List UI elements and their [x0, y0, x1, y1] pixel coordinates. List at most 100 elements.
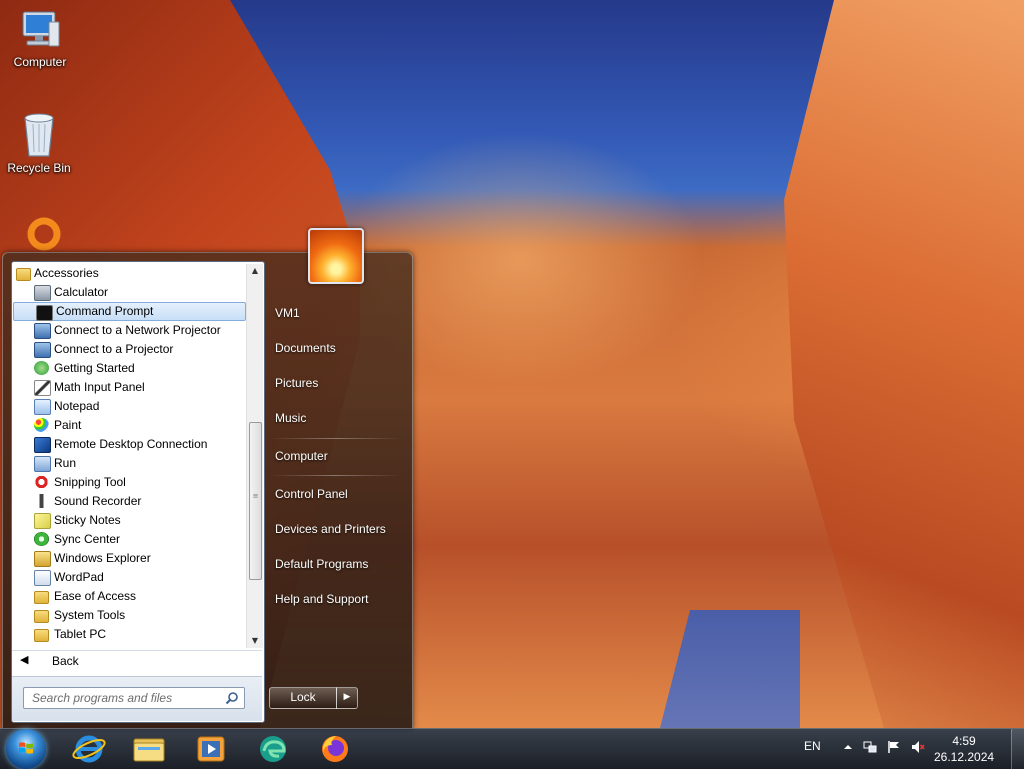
program-label: Remote Desktop Connection: [54, 437, 208, 451]
folder-accessories[interactable]: Accessories: [12, 264, 246, 283]
folder-system-tools[interactable]: System Tools: [12, 606, 246, 625]
folder-ease-of-access[interactable]: Ease of Access: [12, 587, 246, 606]
start-button[interactable]: [6, 729, 46, 769]
program-snipping-tool[interactable]: Snipping Tool: [12, 473, 246, 492]
user-account-picture[interactable]: [308, 228, 364, 284]
firefox-icon[interactable]: [314, 733, 356, 765]
internet-explorer-icon[interactable]: [68, 733, 110, 765]
search-icon[interactable]: [225, 691, 239, 705]
lock-button[interactable]: Lock: [269, 687, 337, 709]
clock-date: 26.12.2024: [934, 750, 995, 764]
start-link-devices-printers[interactable]: Devices and Printers: [265, 515, 415, 543]
math-input-icon: [34, 380, 51, 396]
network-projector-icon: [34, 323, 51, 339]
back-button[interactable]: ◀ Back: [12, 650, 262, 673]
search-area: [12, 676, 262, 721]
shutdown-options-arrow-icon[interactable]: ▶: [336, 687, 358, 709]
program-sticky-notes[interactable]: Sticky Notes: [12, 511, 246, 530]
search-input[interactable]: [24, 688, 228, 708]
program-label: Math Input Panel: [54, 380, 145, 394]
program-command-prompt[interactable]: Command Prompt: [13, 302, 246, 321]
scrollbar-thumb[interactable]: ≡: [249, 422, 262, 580]
program-label: Sync Center: [54, 532, 121, 546]
program-label: Calculator: [54, 285, 109, 299]
folder-icon: [34, 591, 49, 604]
paint-icon: [34, 418, 49, 432]
clock-time: 4:59: [952, 734, 976, 748]
search-box[interactable]: [23, 687, 245, 709]
program-label: Snipping Tool: [54, 475, 126, 489]
program-projector[interactable]: Connect to a Projector: [12, 340, 246, 359]
scroll-up-arrow-icon[interactable]: ▲: [247, 264, 263, 278]
wordpad-icon: [34, 570, 51, 586]
show-hidden-icons-arrow-icon[interactable]: [840, 739, 856, 755]
menu-separator: [269, 475, 401, 476]
desktop-icon-recycle-bin[interactable]: Recycle Bin: [0, 110, 78, 175]
start-link-computer[interactable]: Computer: [265, 442, 415, 470]
program-label: Paint: [54, 418, 82, 432]
program-getting-started[interactable]: Getting Started: [12, 359, 246, 378]
program-sound-recorder[interactable]: Sound Recorder: [12, 492, 246, 511]
program-paint[interactable]: Paint: [12, 416, 246, 435]
program-notepad[interactable]: Notepad: [12, 397, 246, 416]
sync-center-icon: [34, 532, 49, 546]
start-link-control-panel[interactable]: Control Panel: [265, 480, 415, 508]
programs-scrollbar[interactable]: ▲ ≡ ▼: [246, 264, 263, 648]
windows-logo-icon: [19, 742, 33, 754]
all-programs-list: Accessories Calculator Command Prompt Co…: [12, 264, 246, 648]
program-remote-desktop[interactable]: Remote Desktop Connection: [12, 435, 246, 454]
folder-tablet-pc[interactable]: Tablet PC: [12, 625, 246, 644]
program-label: Tablet PC: [54, 627, 107, 641]
program-label: Connect to a Network Projector: [54, 323, 221, 337]
microphone-icon: [34, 494, 49, 508]
program-wordpad[interactable]: WordPad: [12, 568, 246, 587]
program-label: Windows Explorer: [54, 551, 151, 565]
start-menu-programs-pane: Accessories Calculator Command Prompt Co…: [11, 261, 265, 723]
sticky-notes-icon: [34, 513, 51, 529]
snipping-tool-icon: [34, 475, 49, 489]
desktop-icon-computer[interactable]: Computer: [1, 8, 79, 69]
program-network-projector[interactable]: Connect to a Network Projector: [12, 321, 246, 340]
program-sync-center[interactable]: Sync Center: [12, 530, 246, 549]
command-prompt-icon: [36, 305, 53, 321]
media-player-icon[interactable]: [190, 733, 232, 765]
start-link-user[interactable]: VM1: [265, 299, 415, 327]
start-link-pictures[interactable]: Pictures: [265, 369, 415, 397]
program-math-input-panel[interactable]: Math Input Panel: [12, 378, 246, 397]
program-label: Connect to a Projector: [54, 342, 174, 356]
back-arrow-icon: ◀: [20, 653, 29, 666]
desktop-icon-app[interactable]: [24, 216, 64, 255]
start-link-documents[interactable]: Documents: [265, 334, 415, 362]
edge-browser-icon[interactable]: [252, 733, 294, 765]
action-center-flag-icon[interactable]: [886, 739, 902, 755]
start-link-default-programs[interactable]: Default Programs: [265, 550, 415, 578]
start-link-music[interactable]: Music: [265, 404, 415, 432]
program-label: Ease of Access: [54, 589, 137, 603]
program-label: Sound Recorder: [54, 494, 142, 508]
run-icon: [34, 456, 51, 472]
start-menu: Accessories Calculator Command Prompt Co…: [2, 252, 413, 730]
volume-muted-icon[interactable]: [910, 739, 926, 755]
show-desktop-button[interactable]: [1011, 729, 1024, 769]
remote-desktop-icon: [34, 437, 51, 453]
program-run[interactable]: Run: [12, 454, 246, 473]
desktop-icon-label: Computer: [13, 55, 67, 69]
file-explorer-icon[interactable]: [128, 733, 170, 765]
system-clock[interactable]: 4:59 26.12.2024: [934, 733, 994, 765]
program-calculator[interactable]: Calculator: [12, 283, 246, 302]
taskbar: EN 4:59 26.12.2024: [0, 728, 1024, 769]
program-label: System Tools: [54, 608, 126, 622]
orange-ring-icon: [27, 217, 61, 251]
scroll-down-arrow-icon[interactable]: ▼: [247, 634, 263, 648]
network-icon[interactable]: [862, 739, 878, 755]
back-label: Back: [52, 654, 79, 668]
desktop-icon-label: Recycle Bin: [7, 161, 71, 175]
start-link-help-support[interactable]: Help and Support: [265, 585, 415, 613]
notepad-icon: [34, 399, 51, 415]
folder-icon: [34, 610, 49, 623]
program-label: Getting Started: [54, 361, 135, 375]
input-language-indicator[interactable]: EN: [804, 739, 821, 753]
program-windows-explorer[interactable]: Windows Explorer: [12, 549, 246, 568]
program-label: Command Prompt: [56, 304, 154, 318]
folder-icon: [34, 629, 49, 642]
